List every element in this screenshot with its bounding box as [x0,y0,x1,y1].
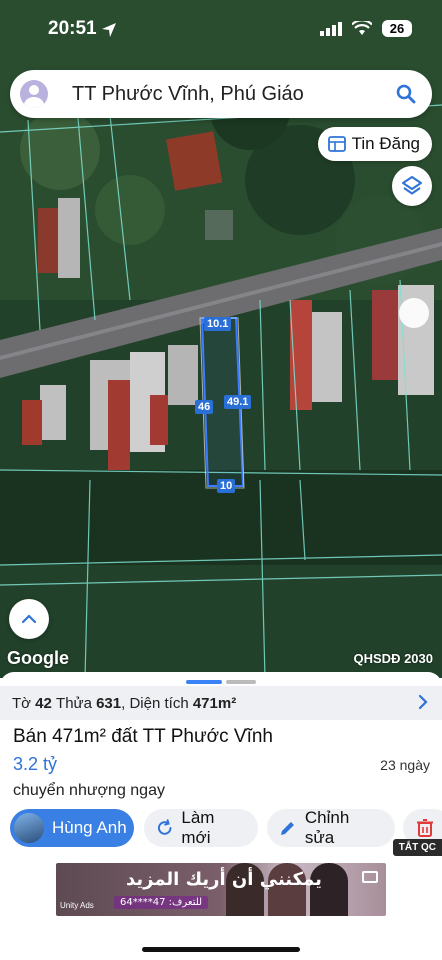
search-location-text[interactable]: TT Phước Vĩnh, Phú Giáo [72,83,386,106]
listing-description: chuyển nhượng ngay [13,782,165,799]
plan-layer-label: QHSDĐ 2030 [353,651,433,666]
listing-card-icon [327,136,346,152]
owner-name: Hùng Anh [52,818,127,837]
parcel-lot-label: Thửa [56,694,92,712]
map-scroll-handle[interactable] [399,298,429,328]
owner-button[interactable]: Hùng Anh [10,809,134,847]
chevron-up-icon [22,614,36,624]
parcel-area-label: Diện tích [129,694,189,712]
parcel-sheet-label: Tờ [12,694,31,712]
action-buttons-row: Hùng Anh Làm mới Chỉnh sửa [10,808,442,847]
listing-age: 23 ngày [380,757,430,773]
video-icon [362,871,378,883]
location-search-bar[interactable]: TT Phước Vĩnh, Phú Giáo [10,70,432,118]
ad-sponsor: Unity Ads [60,901,94,910]
google-attribution: Google [7,648,69,668]
owner-avatar [14,813,44,843]
dimension-bottom-label: 10 [217,479,236,493]
listing-price: 3.2 tỷ [13,754,58,774]
trash-icon [417,819,433,837]
parcel-area-value: 471m² [192,694,237,712]
refresh-button[interactable]: Làm mới [144,808,258,847]
edit-label: Chỉnh sửa [304,808,350,847]
map-view[interactable]: 10.1 46 49.1 10 20:51 26 TT Phước Vĩnh, … [0,0,442,678]
signal-icon [320,21,342,36]
status-time: 20:51 [48,18,97,39]
home-indicator[interactable] [142,947,300,952]
status-indicators: 26 [320,20,412,37]
wifi-icon [352,21,372,35]
refresh-icon [157,819,172,835]
listings-button-label: Tin Đăng [351,134,420,153]
listing-sheet[interactable]: Tờ 42 Thửa 631, Diện tích 471m² Bán 471m… [0,672,442,960]
parcel-sheet-number: 42 [35,694,52,712]
dimension-left-label: 46 [195,400,214,414]
layers-button[interactable] [392,166,432,206]
location-arrow-icon [102,23,116,37]
close-ad-button[interactable]: TẮT QC [392,839,442,856]
parcel-info-bar[interactable]: Tờ 42 Thửa 631, Diện tích 471m² [0,686,442,720]
ad-code: 64****47 :للتعرف [114,896,209,909]
listing-title[interactable]: Bán 471m² đất TT Phước Vĩnh [13,726,273,748]
dimension-right-label: 49.1 [224,395,252,409]
search-icon [396,84,416,104]
status-bar: 20:51 26 [0,0,442,60]
sheet-handle-active[interactable] [186,680,222,684]
ad-headline: يمكنني أن أريك المزيد [126,869,322,890]
user-avatar[interactable] [20,80,48,108]
sheet-handle-inactive[interactable] [226,680,256,684]
parcel-lot-number: 631 [96,694,122,712]
listings-button[interactable]: Tin Đăng [317,127,432,161]
layers-icon [402,176,422,195]
edit-button[interactable]: Chỉnh sửa [267,808,395,847]
battery-level: 26 [382,20,412,37]
dimension-top-label: 10.1 [204,317,232,331]
chevron-right-icon[interactable] [418,694,428,710]
search-button[interactable] [386,74,426,114]
refresh-label: Làm mới [181,808,215,847]
ad-banner[interactable]: يمكنني أن أريك المزيد 64****47 :للتعرف U… [56,863,386,916]
pencil-icon [280,822,294,835]
expand-up-button[interactable] [9,599,49,639]
